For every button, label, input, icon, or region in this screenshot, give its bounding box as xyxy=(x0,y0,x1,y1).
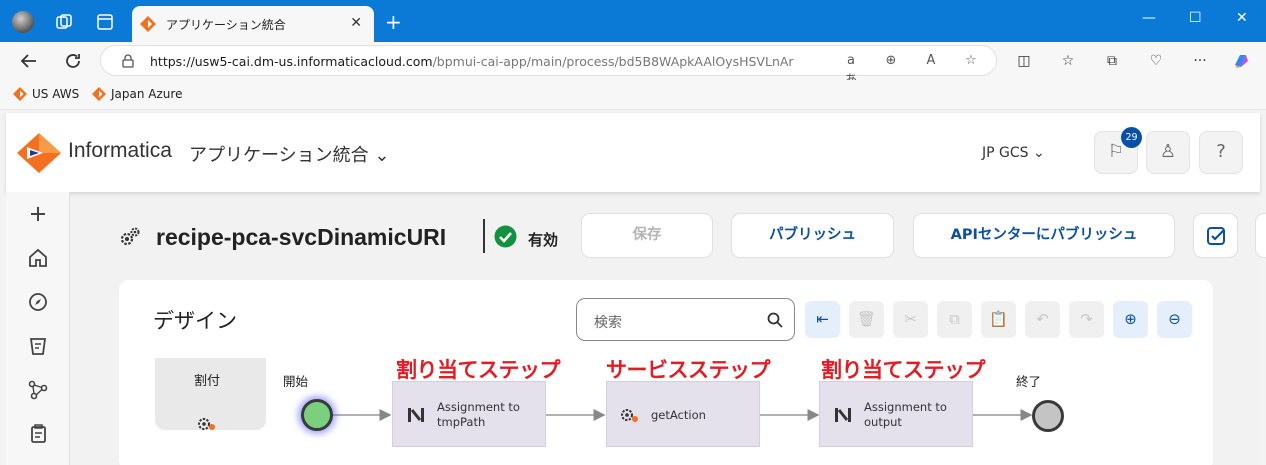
assignment-icon xyxy=(408,408,424,422)
start-node[interactable] xyxy=(301,399,333,431)
assignment-step[interactable]: Assignment to tmpPath xyxy=(392,381,546,447)
step-label: Assignment to output xyxy=(864,400,947,429)
step-annotation: 割り当てステップ xyxy=(396,358,561,382)
assignment-step[interactable]: Assignment to output xyxy=(819,381,973,447)
step-label: Assignment to tmpPath xyxy=(437,400,520,429)
gears-icon xyxy=(621,409,638,422)
service-step[interactable]: getAction xyxy=(606,381,760,447)
step-annotation: 割り当てステップ xyxy=(821,358,986,382)
assignment-icon xyxy=(835,408,851,422)
step-label: getAction xyxy=(651,408,706,422)
end-node[interactable] xyxy=(1032,400,1064,432)
end-label: 終了 xyxy=(1016,374,1042,389)
step-annotation: サービスステップ xyxy=(606,358,771,382)
start-label: 開始 xyxy=(283,374,309,389)
